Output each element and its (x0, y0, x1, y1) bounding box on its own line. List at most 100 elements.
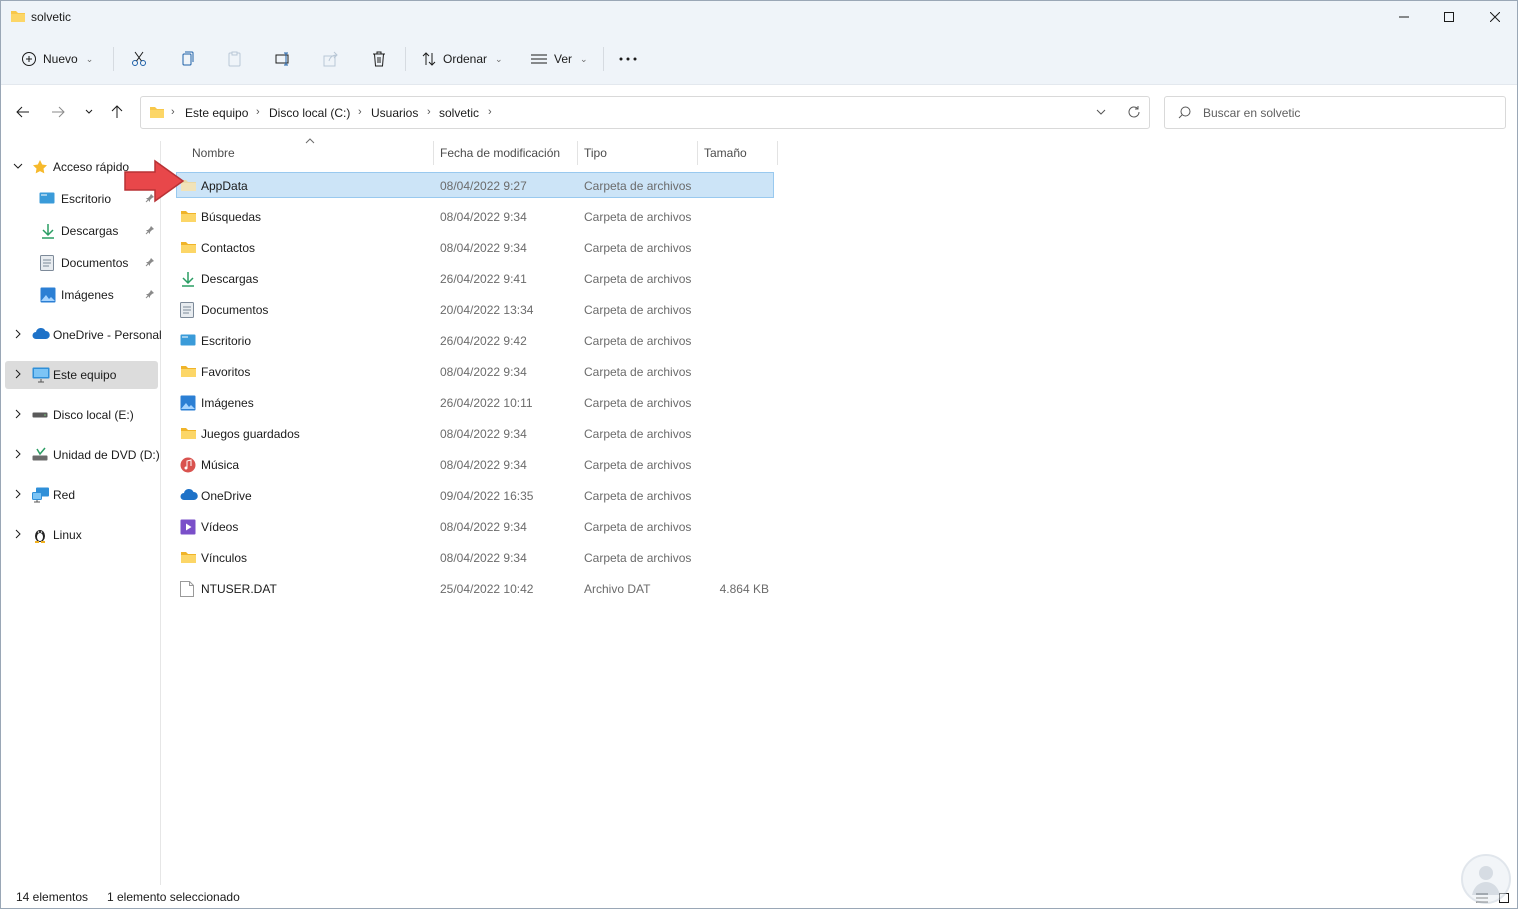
file-type: Carpeta de archivos (584, 272, 692, 286)
cut-icon (132, 51, 146, 66)
chevron-right-icon (15, 489, 21, 499)
document-icon (40, 255, 54, 271)
file-row[interactable]: Vídeos 08/04/2022 9:34 Carpeta de archiv… (176, 513, 774, 539)
file-row[interactable]: Contactos 08/04/2022 9:34 Carpeta de arc… (176, 234, 774, 260)
file-type: Carpeta de archivos (584, 334, 692, 348)
more-icon (619, 57, 637, 61)
column-header-date[interactable]: Fecha de modificación (434, 141, 578, 165)
sidebar-item-dvd-drive[interactable]: Unidad de DVD (D:) (5, 441, 160, 469)
pin-icon (145, 226, 154, 235)
breadcrumb-item[interactable]: Usuarios (371, 106, 418, 120)
sidebar-item-documents[interactable]: Documentos (5, 249, 158, 277)
copy-icon (182, 51, 194, 66)
more-options-button[interactable] (616, 47, 640, 71)
file-type: Carpeta de archivos (584, 210, 692, 224)
file-name: NTUSER.DAT (201, 582, 277, 596)
chevron-right-icon: › (488, 106, 492, 118)
download-icon (182, 272, 194, 287)
column-header-size[interactable]: Tamaño (698, 141, 778, 165)
column-header-name[interactable]: Nombre (186, 141, 434, 165)
view-list-icon (531, 54, 547, 64)
up-button[interactable] (106, 101, 128, 123)
sort-button[interactable]: Ordenar ⌄ (421, 45, 503, 73)
close-button[interactable] (1472, 1, 1518, 33)
selection-count: 1 elemento seleccionado (107, 890, 240, 904)
file-row[interactable]: OneDrive 09/04/2022 16:35 Carpeta de arc… (176, 482, 774, 508)
sidebar-item-label: Red (53, 488, 76, 502)
maximize-button[interactable] (1426, 1, 1472, 33)
download-icon (42, 224, 54, 239)
file-row[interactable]: Favoritos 08/04/2022 9:34 Carpeta de arc… (176, 358, 774, 384)
file-icon (180, 581, 194, 597)
sidebar-item-local-disk-e[interactable]: Disco local (E:) (5, 401, 158, 429)
pin-icon (145, 290, 154, 299)
refresh-icon (1128, 106, 1140, 118)
rename-button[interactable] (271, 47, 295, 71)
file-name: Búsquedas (201, 210, 262, 224)
file-date: 08/04/2022 9:27 (440, 179, 527, 193)
file-type: Carpeta de archivos (584, 551, 692, 565)
file-row[interactable]: Música 08/04/2022 9:34 Carpeta de archiv… (176, 451, 774, 477)
view-button[interactable]: Ver ⌄ (530, 45, 588, 73)
breadcrumb-item[interactable]: solvetic (439, 106, 479, 120)
refresh-button[interactable] (1127, 105, 1141, 122)
sidebar-item-network[interactable]: Red (5, 481, 158, 509)
copy-button[interactable] (175, 47, 199, 71)
file-type: Carpeta de archivos (584, 520, 692, 534)
file-name: Música (201, 458, 240, 472)
network-icon (32, 487, 49, 503)
chevron-right-icon: › (358, 106, 362, 118)
file-name: Contactos (201, 241, 256, 255)
file-row[interactable]: NTUSER.DAT 25/04/2022 10:42 Archivo DAT … (176, 575, 774, 601)
file-row[interactable]: Búsquedas 08/04/2022 9:34 Carpeta de arc… (176, 203, 774, 229)
title-bar: solvetic (1, 1, 1517, 33)
column-header-type[interactable]: Tipo (578, 141, 697, 165)
search-input[interactable] (1203, 104, 1493, 122)
file-date: 20/04/2022 13:34 (440, 303, 534, 317)
cut-button[interactable] (127, 47, 151, 71)
forward-button[interactable] (47, 101, 69, 123)
file-type: Carpeta de archivos (584, 241, 692, 255)
sidebar-item-this-pc[interactable]: Este equipo (5, 361, 158, 389)
chevron-right-icon: › (256, 106, 260, 118)
delete-button[interactable] (367, 47, 391, 71)
arrow-up-icon (111, 105, 123, 118)
file-row[interactable]: Escritorio 26/04/2022 9:42 Carpeta de ar… (176, 327, 774, 353)
address-history-button[interactable] (1095, 106, 1107, 121)
sidebar-item-label: Este equipo (53, 368, 117, 382)
sidebar-item-pictures[interactable]: Imágenes (5, 281, 158, 309)
address-bar[interactable]: › Este equipo › Disco local (C:) › Usuar… (140, 96, 1150, 129)
file-name: Vínculos (201, 551, 248, 565)
file-row[interactable]: Juegos guardados 08/04/2022 9:34 Carpeta… (176, 420, 774, 446)
column-divider[interactable] (777, 141, 778, 165)
file-name: Descargas (201, 272, 259, 286)
share-button[interactable] (319, 47, 343, 71)
breadcrumb-item[interactable]: Este equipo (185, 106, 248, 120)
breadcrumb-item[interactable]: Disco local (C:) (269, 106, 350, 120)
file-row[interactable]: AppData 08/04/2022 9:27 Carpeta de archi… (176, 172, 774, 198)
new-button-label: Nuevo (43, 52, 78, 66)
sort-button-label: Ordenar (443, 52, 488, 66)
folder-icon (181, 242, 196, 253)
chevron-down-icon (1096, 109, 1106, 115)
sidebar-item-downloads[interactable]: Descargas (5, 217, 158, 245)
file-row[interactable]: Documentos 20/04/2022 13:34 Carpeta de a… (176, 296, 774, 322)
minimize-icon (1399, 16, 1409, 18)
search-box[interactable] (1164, 96, 1506, 129)
minimize-button[interactable] (1381, 1, 1427, 33)
sidebar-item-linux[interactable]: Linux (5, 521, 158, 549)
file-name: OneDrive (201, 489, 252, 503)
sidebar-item-label: Linux (53, 528, 82, 542)
file-date: 08/04/2022 9:34 (440, 210, 527, 224)
file-name: AppData (201, 179, 248, 193)
recent-locations-button[interactable] (78, 101, 100, 123)
folder-icon (181, 552, 196, 563)
file-row[interactable]: Vínculos 08/04/2022 9:34 Carpeta de arch… (176, 544, 774, 570)
new-button[interactable]: Nuevo ⌄ (21, 45, 93, 73)
back-button[interactable] (12, 101, 34, 123)
sidebar-item-onedrive[interactable]: OneDrive - Personal (5, 321, 162, 349)
file-row[interactable]: Descargas 26/04/2022 9:41 Carpeta de arc… (176, 265, 774, 291)
paste-button[interactable] (223, 47, 247, 71)
video-icon (180, 519, 196, 535)
file-row[interactable]: Imágenes 26/04/2022 10:11 Carpeta de arc… (176, 389, 774, 415)
